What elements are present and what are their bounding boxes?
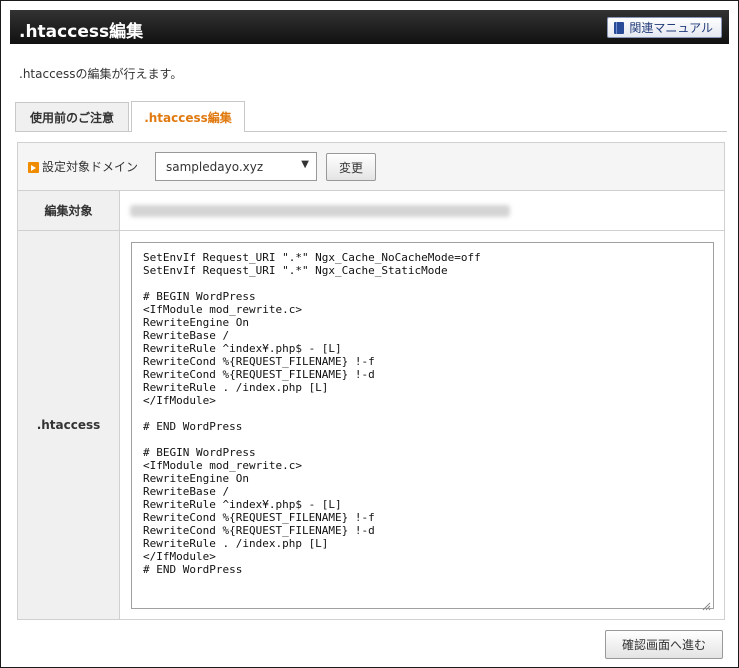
- htaccess-textarea[interactable]: SetEnvIf Request_URI ".*" Ngx_Cache_NoCa…: [131, 242, 714, 609]
- dropdown-arrow-icon: ▼: [301, 159, 309, 170]
- htaccess-editor-window: .htaccess編集 関連マニュアル .htaccessの編集が行えます。 使…: [0, 0, 739, 668]
- title-bar: .htaccess編集 関連マニュアル: [10, 10, 729, 44]
- tab-bar: 使用前のご注意 .htaccess編集: [15, 101, 727, 132]
- related-manual-label: 関連マニュアル: [629, 21, 713, 35]
- htaccess-label: .htaccess: [18, 231, 120, 619]
- tab-htaccess-edit[interactable]: .htaccess編集: [131, 101, 245, 132]
- edit-target-row: 編集対象: [18, 191, 724, 231]
- edit-target-path-blurred: [130, 205, 510, 217]
- edit-target-label: 編集対象: [18, 191, 120, 230]
- domain-row: 設定対象ドメイン sampledayo.xyz ▼ 変更: [18, 143, 724, 191]
- htaccess-row: .htaccess SetEnvIf Request_URI ".*" Ngx_…: [18, 231, 724, 619]
- page-title: .htaccess編集: [19, 22, 144, 42]
- change-domain-button[interactable]: 変更: [326, 153, 376, 181]
- intro-text: .htaccessの編集が行えます。: [19, 67, 183, 81]
- edit-form-panel: 設定対象ドメイン sampledayo.xyz ▼ 変更 編集対象 .htacc…: [17, 142, 725, 620]
- resize-handle-icon[interactable]: [701, 596, 711, 611]
- arrow-square-icon: [28, 162, 39, 173]
- confirm-button[interactable]: 確認画面へ進む: [605, 630, 723, 659]
- domain-select-value: sampledayo.xyz: [166, 160, 264, 174]
- manual-book-icon: [614, 21, 625, 34]
- tab-precautions[interactable]: 使用前のご注意: [15, 102, 129, 131]
- related-manual-button[interactable]: 関連マニュアル: [607, 17, 722, 38]
- domain-label: 設定対象ドメイン: [42, 160, 139, 174]
- domain-select[interactable]: sampledayo.xyz ▼: [155, 152, 317, 181]
